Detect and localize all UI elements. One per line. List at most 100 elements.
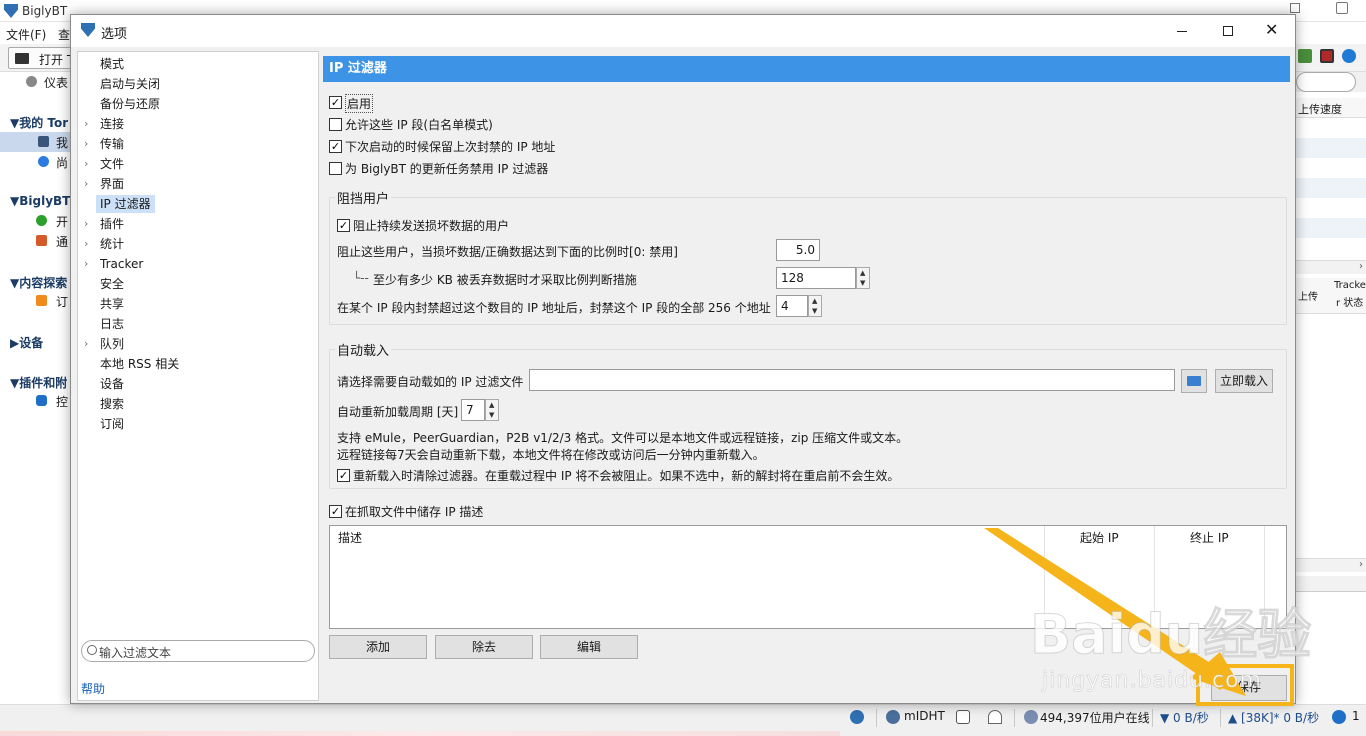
chevron-right-icon[interactable]: › [84,255,88,273]
store-description-label[interactable]: 在抓取文件中储存 IP 描述 [345,503,483,520]
sidebar-plugins-header[interactable]: ▼插件和附 [10,374,67,391]
tree-item-startup[interactable]: 启动与关闭 [100,75,160,93]
wifi-icon[interactable] [988,710,1002,724]
tree-item-plugins[interactable]: › 插件 [84,215,124,233]
sidebar-my-torrents-selected[interactable]: 我 [0,132,72,152]
reload-period-input[interactable]: 7 [461,399,485,421]
block-bad-data-checkbox[interactable]: ✓ [337,219,350,232]
persist-banned-checkbox[interactable]: ✓ [329,140,342,153]
tracker-status-column-header[interactable]: r 状态 [1336,294,1363,309]
enable-label[interactable]: 启用 [345,94,374,113]
horizontal-scrollbar[interactable]: › [1296,558,1366,572]
chevron-right-icon[interactable]: › [84,335,88,353]
main-search-input[interactable] [1296,72,1356,92]
chevron-right-icon[interactable]: › [84,155,88,173]
tracker-column-header[interactable]: Tracke [1334,280,1366,291]
toolbar-green-icon[interactable] [1298,49,1312,63]
save-button[interactable]: 保存 [1211,675,1287,701]
whitelist-checkbox[interactable] [329,118,342,131]
ratio-input[interactable]: 5.0 [776,239,820,261]
tree-item-ip-filter[interactable]: IP 过滤器 [96,195,155,213]
users-online[interactable]: 494,397位用户在线 [1040,709,1150,726]
sidebar-biglybt-start[interactable]: 开 [56,213,68,230]
ip-range-table[interactable]: 描述 起始 IP 终止 IP [329,525,1287,629]
tree-item-search[interactable]: 搜索 [100,395,124,413]
info-icon[interactable] [850,710,864,724]
chevron-right-icon[interactable]: › [84,235,88,253]
chevron-right-icon[interactable]: › [84,175,88,193]
enable-checkbox[interactable]: ✓ [329,96,342,109]
tree-item-backup[interactable]: 备份与还原 [100,95,160,113]
window-menu-icon[interactable] [1336,2,1348,14]
sidebar-biglybt-notify[interactable]: 通 [56,233,68,250]
range-input[interactable]: 4 [776,295,808,317]
sidebar-plugins-control[interactable]: 控 [56,393,68,410]
add-button[interactable]: 添加 [329,635,427,659]
tree-item-subscriptions[interactable]: 订阅 [100,415,124,433]
browse-folder-button[interactable] [1181,369,1207,393]
toolbar-refresh-icon[interactable] [1342,49,1356,63]
chevron-right-icon[interactable]: › [84,215,88,233]
tree-item-local-rss[interactable]: 本地 RSS 相关 [100,355,179,373]
menu-file[interactable]: 文件(F) [6,26,46,43]
tree-item-connection[interactable]: › 连接 [84,115,124,133]
tree-item-queue[interactable]: › 队列 [84,335,124,353]
chevron-right-icon[interactable]: › [84,135,88,153]
minimize-button[interactable] [1159,15,1205,47]
disable-for-updates-label[interactable]: 为 BiglyBT 的更新任务禁用 IP 过滤器 [345,160,548,177]
upload-speed[interactable]: ▲ [38K]* 0 B/秒 [1228,709,1319,726]
sidebar-biglybt-header[interactable]: ▼BiglyBT [10,194,70,208]
upload-column-header[interactable]: 上传 [1298,288,1318,303]
sidebar-unfinished[interactable]: 尚 [56,154,68,171]
open-torrent-button[interactable]: 打开 T [8,47,76,69]
alert-info-icon[interactable] [1332,710,1346,724]
sidebar-subscriptions[interactable]: 订 [56,293,68,310]
edit-button[interactable]: 编辑 [540,635,638,659]
upload-speed-column-header[interactable]: 上传速度 [1296,98,1366,118]
tree-filter-input[interactable]: 输入过滤文本 [81,640,315,662]
close-button[interactable]: ✕ [1251,15,1297,47]
table-row[interactable] [1296,178,1366,198]
tree-item-mode[interactable]: 模式 [100,55,124,73]
chevron-right-icon[interactable]: › [84,115,88,133]
toolbar-red-icon[interactable] [1320,49,1334,63]
reload-period-spinner[interactable]: ▲ ▼ [485,399,499,421]
chat-icon[interactable] [956,710,970,724]
horizontal-scrollbar[interactable]: › [1296,260,1366,274]
tree-item-tracker[interactable]: › Tracker [84,255,143,273]
tree-item-stats[interactable]: › 统计 [84,235,124,253]
load-now-button[interactable]: 立即载入 [1215,369,1273,393]
tree-item-interface[interactable]: › 界面 [84,175,124,193]
dht-status[interactable]: mIDHT [904,709,945,723]
menu-view[interactable]: 查 [58,26,70,43]
tree-item-files[interactable]: › 文件 [84,155,124,173]
sidebar-content-header[interactable]: ▼内容探索 [10,274,67,291]
store-description-checkbox[interactable]: ✓ [329,505,342,518]
tree-item-devices[interactable]: 设备 [100,375,124,393]
column-header-end-ip[interactable]: 终止 IP [1190,526,1229,550]
tree-item-transfer[interactable]: › 传输 [84,135,124,153]
help-link[interactable]: 帮助 [81,680,105,697]
maximize-button[interactable] [1205,15,1251,47]
sidebar-devices-header[interactable]: ▶设备 [10,334,43,351]
download-speed[interactable]: ▼ 0 B/秒 [1160,709,1209,726]
persist-banned-label[interactable]: 下次启动的时候保留上次封禁的 IP 地址 [345,138,555,155]
filter-file-input[interactable] [529,369,1175,391]
block-bad-data-label[interactable]: 阻止持续发送损坏数据的用户 [353,217,509,234]
remove-button[interactable]: 除去 [435,635,533,659]
table-row[interactable] [1296,218,1366,238]
tree-item-sharing[interactable]: 共享 [100,295,124,313]
whitelist-label[interactable]: 允许这些 IP 段(白名单模式) [345,116,493,133]
min-kb-input[interactable]: 128 [776,267,856,289]
sidebar-my-torrents-header[interactable]: ▼我的 Tor [10,114,68,131]
sidebar-dashboard[interactable]: 仪表 [44,74,68,91]
disable-for-updates-checkbox[interactable] [329,162,342,175]
restore-window-icon[interactable] [1290,3,1300,13]
column-header-description[interactable]: 描述 [338,526,362,550]
table-row[interactable] [1296,138,1366,158]
tree-item-logging[interactable]: 日志 [100,315,124,333]
clear-on-reload-checkbox[interactable]: ✓ [337,469,350,482]
min-kb-spinner[interactable]: ▲ ▼ [856,267,870,289]
range-spinner[interactable]: ▲ ▼ [808,295,822,317]
column-header-start-ip[interactable]: 起始 IP [1080,526,1119,550]
